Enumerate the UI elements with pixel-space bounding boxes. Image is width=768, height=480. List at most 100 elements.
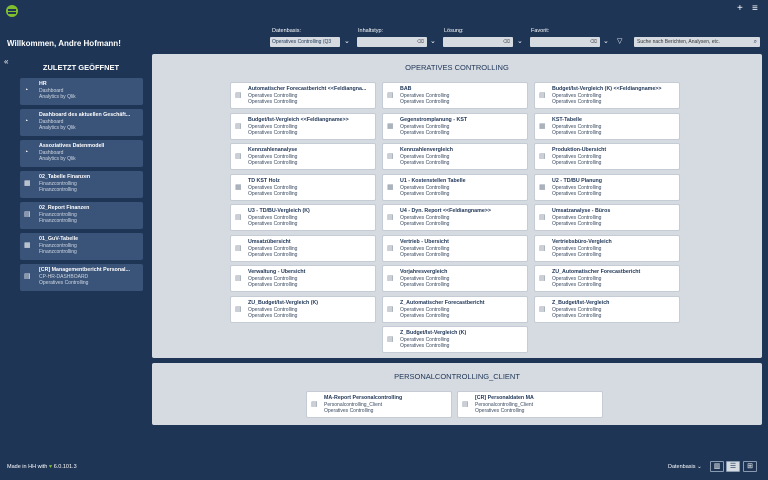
report-card-source: Operatives Controlling (400, 190, 450, 197)
view-tiles-button[interactable]: ▥ (710, 461, 724, 472)
report-card[interactable]: ▤ Produktion-Übersicht Operatives Controll… (534, 143, 680, 170)
report-card-source: Operatives Controlling (400, 221, 450, 227)
recent-item[interactable]: ▦ 02_Tabelle Finanzen Finanzcontrolling Fin… (20, 171, 143, 198)
report-card-title: Vorjahresvergleich (400, 269, 448, 275)
sort-selector[interactable]: Datenbasis ⌄ (668, 464, 702, 470)
filter-loesung[interactable]: ⌫ (443, 37, 513, 47)
recent-item[interactable]: ◔ Dashboard des aktuellen Geschäft... Dash… (20, 109, 143, 136)
chevron-down-icon[interactable]: ⌄ (430, 37, 436, 47)
recent-item[interactable]: ▤ 02_Report Finanzen Finanzcontrolling Fina… (20, 202, 143, 229)
table-icon: ▦ (235, 183, 242, 191)
report-card[interactable]: ▤ U4 - Dyn. Report <<Feldiangname>> Operat… (382, 204, 528, 231)
filter-label-datenbasis: Datenbasis: (272, 28, 302, 34)
report-icon: ▤ (387, 153, 394, 160)
dashboard-icon: ◔ (24, 87, 29, 94)
report-icon: ▤ (539, 244, 546, 252)
report-card[interactable]: ▤ Z_Budget/Ist-Vergleich (K) Operatives Co… (382, 326, 528, 353)
filter-inhaltstyp[interactable]: ⌫ (357, 37, 427, 47)
chevron-down-icon[interactable]: ⌄ (603, 37, 609, 47)
report-card-title: Budget/Ist-Vergleich <<Feldiangname>> (248, 116, 349, 123)
table-icon: ▦ (539, 183, 546, 191)
report-card-title: U1 - Kostenstellen Tabelle (400, 177, 466, 184)
recent-item[interactable]: ◔ HR Dashboard Analytics by Qlik (20, 78, 143, 105)
recent-item-title: 02_Tabelle Finanzen (39, 174, 91, 180)
report-card[interactable]: ▤ BAB Operatives Controlling Operatives Con… (382, 82, 528, 109)
report-card[interactable]: ▤ Kennzahlenanalyse Operatives Controlling… (230, 143, 376, 170)
report-card[interactable]: ▤ Automatischer Forecastbericht <<Feldian… (230, 82, 376, 109)
clear-icon[interactable]: ⌫ (417, 37, 424, 47)
report-card[interactable]: ▤ Budget/Ist-Vergleich <<Feldiangname>> Op… (230, 112, 376, 140)
collapse-sidebar-icon[interactable]: « (4, 58, 8, 66)
recent-item[interactable]: ▦ 01_GuV-Tabelle Finanzcontrolling Finanzco… (20, 233, 143, 260)
report-card[interactable]: ▦ TD KST Holz Operatives Controlling Operat… (230, 173, 376, 201)
report-icon: ▤ (387, 275, 394, 282)
report-card[interactable]: ▤ Z_Budget/Ist-Vergleich Operatives Contro… (534, 295, 680, 323)
report-card[interactable]: ▤ Z_Automatischer Forecastbericht Operativ… (382, 295, 528, 323)
add-icon[interactable]: + (737, 4, 743, 14)
report-card[interactable]: ▦ Gegenstromplanung - KST Operatives Contr… (382, 112, 528, 140)
report-icon: ▤ (24, 273, 31, 280)
filter-label-loesung: Lösung: (444, 28, 464, 34)
report-card[interactable]: ▤ Umsatzübersicht Operatives Controlling Op… (230, 234, 376, 262)
report-card[interactable]: ▤ Vertriebsbüro-Vergleich Operatives Contr… (534, 234, 680, 262)
report-card-source: Operatives Controlling (552, 190, 602, 197)
app-logo-icon[interactable] (6, 5, 18, 17)
search-icon[interactable]: ⌕ (754, 37, 757, 47)
chevron-down-icon[interactable]: ⌄ (344, 37, 350, 47)
report-card[interactable]: ▤ Verwaltung - Übersicht Operatives Contro… (230, 265, 376, 292)
report-card[interactable]: ▤ [CR] Personaldaten MA Personalcontrollin… (457, 391, 603, 418)
version-text: 6.0.101.3 (53, 464, 77, 470)
report-card-source: Operatives Controlling (400, 343, 450, 349)
chevron-down-icon: ⌄ (697, 464, 702, 470)
top-bar: + ≡ Willkommen, Andre Hofmann! Datenbasi… (0, 0, 768, 54)
report-icon: ▤ (539, 275, 546, 282)
report-card[interactable]: ▤ Kennzahlenvergleich Operatives Controlli… (382, 143, 528, 170)
report-card-title: Z_Automatischer Forecastbericht (400, 299, 485, 306)
report-card[interactable]: ▦ U1 - Kostenstellen Tabelle Operatives Co… (382, 173, 528, 201)
chevron-down-icon[interactable]: ⌄ (517, 37, 523, 47)
report-card[interactable]: ▦ KST-Tabelle Operatives Controlling Operat… (534, 112, 680, 140)
table-icon: ▦ (387, 183, 394, 191)
report-icon: ▤ (235, 275, 242, 282)
report-icon: ▤ (311, 401, 318, 408)
recent-item-source: Analytics by Qlik (39, 125, 76, 131)
menu-icon[interactable]: ≡ (752, 4, 758, 14)
report-card[interactable]: ▤ U3 - TD/BU-Vergleich (K) Operatives Cont… (230, 204, 376, 231)
recent-item-source: Analytics by Qlik (39, 156, 76, 162)
report-card[interactable]: ▤ Budget/Ist-Vergleich (K) <<Feldiangname… (534, 82, 680, 109)
report-icon: ▤ (387, 336, 394, 343)
sort-label: Datenbasis (668, 464, 696, 470)
filter-funnel-icon[interactable]: ▽ (617, 38, 622, 46)
clear-icon[interactable]: ⌫ (590, 37, 597, 47)
made-in-text: Made in HH with (7, 464, 48, 470)
report-card-title: U4 - Dyn. Report <<Feldiangname>> (400, 208, 491, 214)
report-card-title: ZU_Budget/Ist-Vergleich (K) (248, 299, 319, 306)
report-card-title: Kennzahlenvergleich (400, 147, 453, 153)
view-grid-button[interactable]: ⊞ (743, 461, 757, 472)
report-card[interactable]: ▤ Vertrieb - Übersicht Operatives Controll… (382, 234, 528, 262)
search-input[interactable]: Suche nach Berichten, Analysen, etc. ⌕ (634, 37, 760, 47)
report-icon: ▤ (387, 214, 394, 221)
view-list-button[interactable]: ☰ (726, 461, 740, 472)
report-card[interactable]: ▤ MA-Report Personalcontrolling Personalco… (306, 391, 452, 418)
report-icon: ▤ (235, 153, 242, 160)
report-card-title: Budget/Ist-Vergleich (K) <<Feldiangname>… (552, 86, 662, 92)
recent-item-source: Finanzcontrolling (39, 187, 77, 193)
report-card[interactable]: ▤ Vorjahresvergleich Operatives Controllin… (382, 265, 528, 292)
recent-item-source: Analytics by Qlik (39, 94, 76, 100)
footer-credit: Made in HH with ♥ 6.0.101.3 (7, 464, 77, 470)
filter-favorit[interactable]: ⌫ (530, 37, 600, 47)
report-card-source: Operatives Controlling (552, 99, 602, 105)
report-card[interactable]: ▤ ZU_Budget/Ist-Vergleich (K) Operatives C… (230, 295, 376, 323)
report-card[interactable]: ▦ U2 - TD/BU Planung Operatives Controllin… (534, 173, 680, 201)
filter-datenbasis[interactable]: Operatives Controlling (Q3 (270, 37, 340, 47)
filter-label-inhaltstyp: Inhaltstyp: (358, 28, 384, 34)
report-card[interactable]: ▤ ZU_Automatischer Forecastbericht Operati… (534, 265, 680, 292)
report-card[interactable]: ▤ Umsatzanalyse - Büros Operatives Control… (534, 204, 680, 231)
recent-item[interactable]: ◔ Assoziatives Datenmodell Dashboard Analyt… (20, 140, 143, 167)
recent-item[interactable]: ▤ [CR] Managementbericht Personal... CP-HR… (20, 264, 143, 291)
clear-icon[interactable]: ⌫ (503, 37, 510, 47)
report-card-title: Vertriebsbüro-Vergleich (552, 238, 612, 245)
section-title: OPERATIVES CONTROLLING (405, 63, 509, 72)
report-icon: ▤ (462, 401, 469, 408)
